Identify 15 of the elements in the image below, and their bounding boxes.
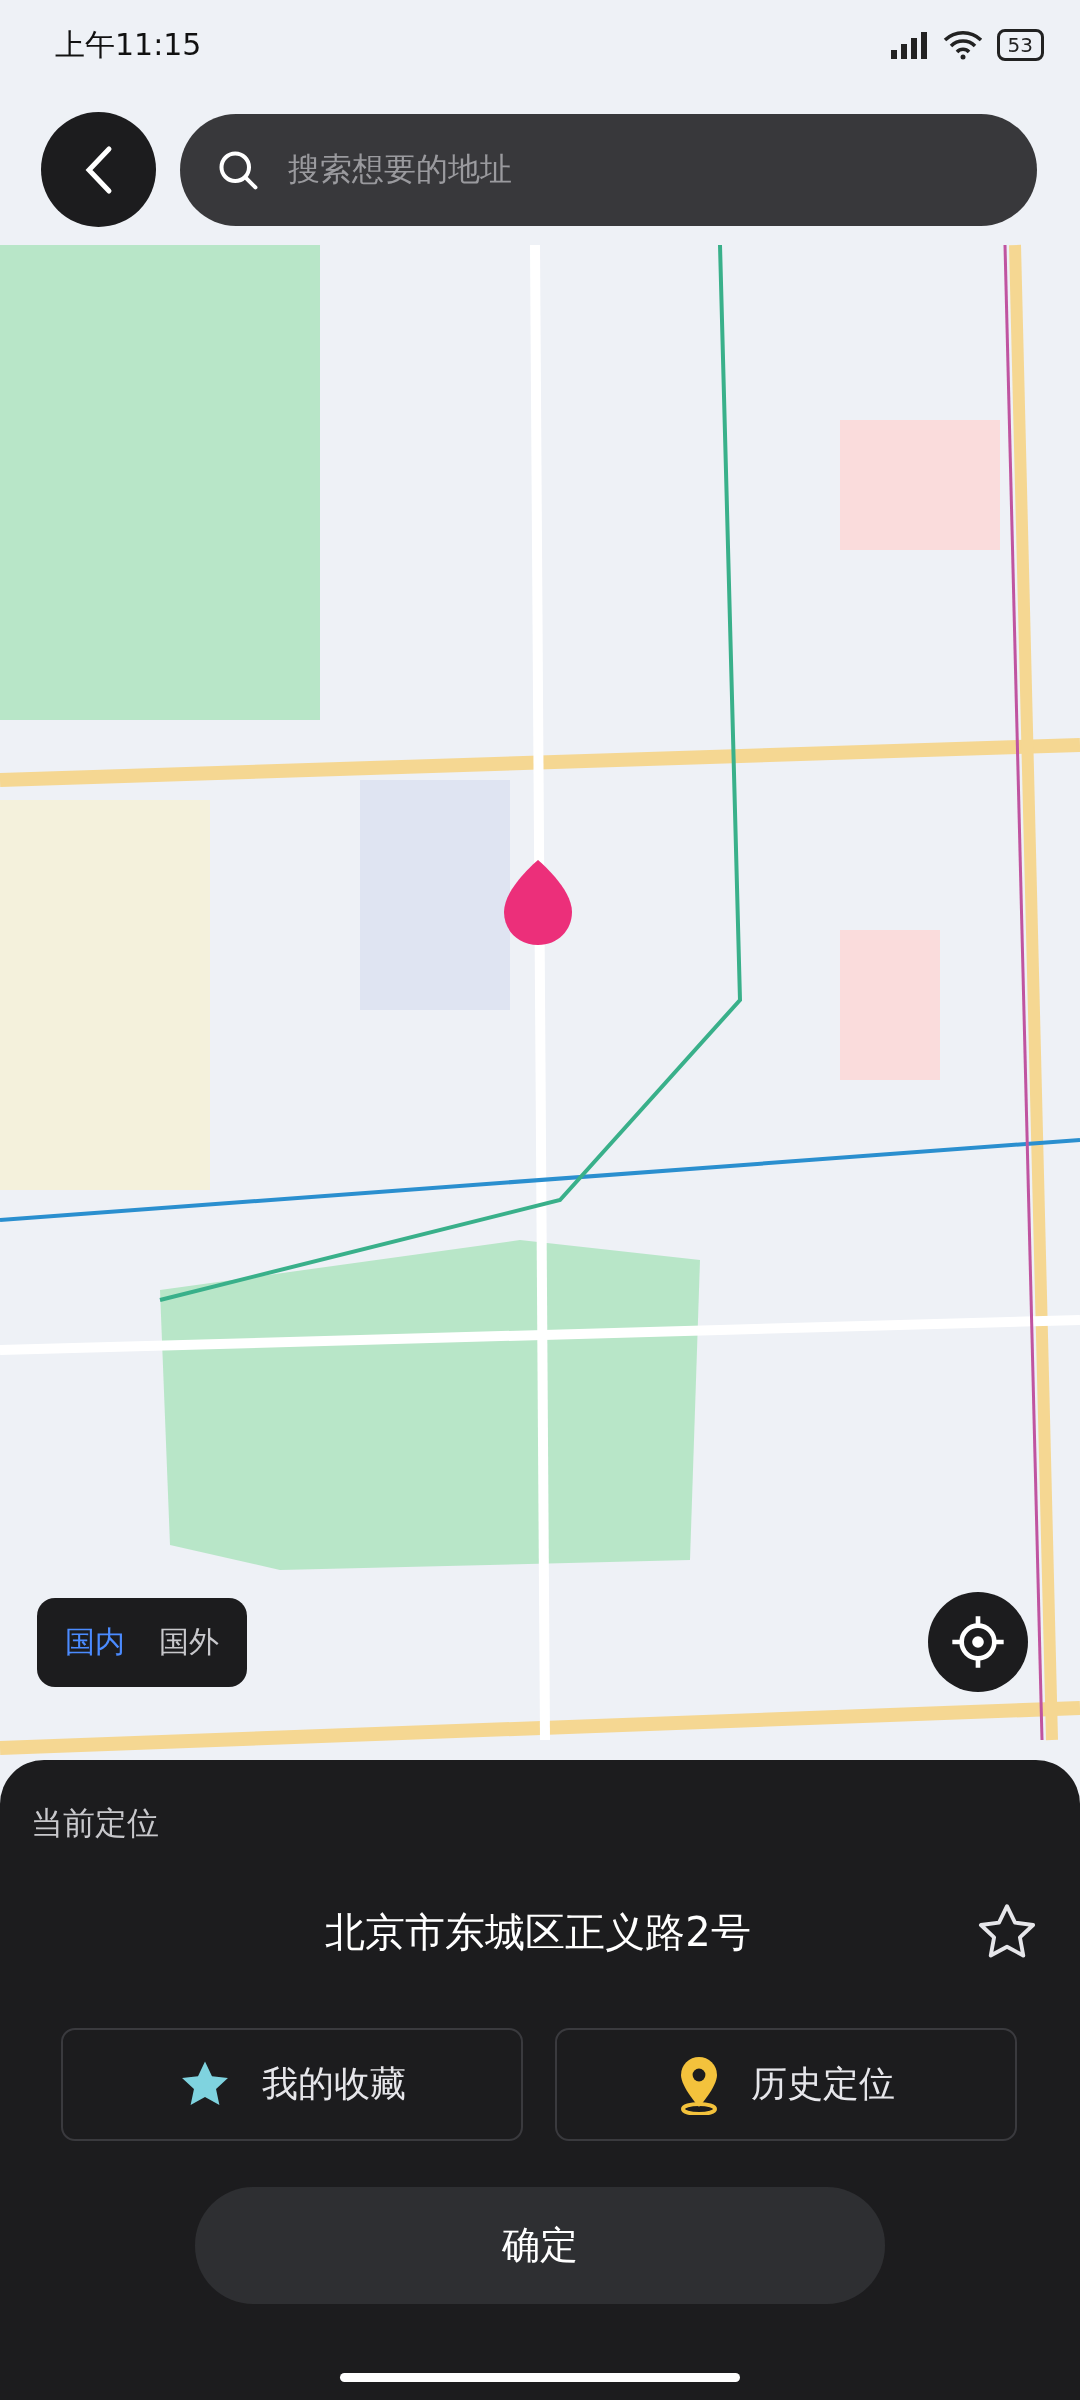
confirm-button[interactable]: 确定	[195, 2187, 885, 2304]
shortcut-button[interactable]: 历史定位	[555, 2028, 1017, 2141]
region-tab[interactable]: 国外	[159, 1621, 219, 1663]
wifi-icon	[942, 30, 983, 60]
signal-icon	[888, 30, 929, 60]
panel-title: 当前定位	[31, 1803, 159, 1844]
search-field[interactable]: 搜索想要的地址	[180, 113, 1037, 226]
search-input[interactable]: 搜索想要的地址	[286, 150, 1001, 189]
current-address: 北京市东城区正义路2号	[324, 1907, 752, 1957]
region-tab[interactable]: 国内	[65, 1621, 125, 1663]
shortcut-button[interactable]: 我的收藏	[61, 2028, 523, 2141]
status-time: 上午11:15	[55, 25, 202, 64]
battery-level: 53	[996, 29, 1044, 61]
location-pin-icon	[504, 860, 572, 945]
crosshair-icon	[950, 1614, 1006, 1670]
